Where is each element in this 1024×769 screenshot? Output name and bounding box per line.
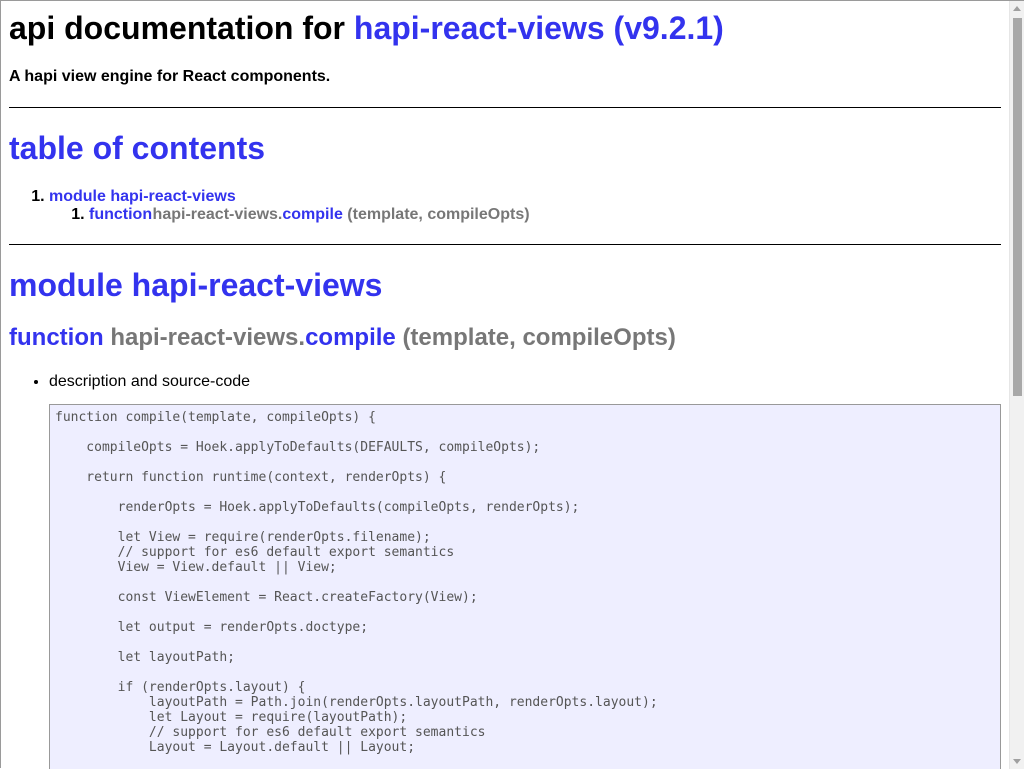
- package-link[interactable]: hapi-react-views (v9.2.1): [354, 10, 724, 46]
- page-title-prefix: api documentation for: [9, 10, 345, 46]
- toc-item-function[interactable]: function hapi-react-views.compile (templ…: [89, 206, 530, 224]
- fn-args: (template, compileOpts): [402, 324, 676, 351]
- description-list: description and source-code: [9, 373, 250, 391]
- doc-page: api documentation for hapi-react-views (…: [9, 1, 1001, 769]
- divider: [9, 107, 1001, 108]
- toc-item-module: module hapi-react-views function hapi-re…: [49, 188, 530, 224]
- toc-fn-name[interactable]: compile: [282, 206, 342, 223]
- package-tagline: A hapi view engine for React components.: [9, 68, 331, 85]
- toc-fn-prefix[interactable]: hapi-react-views.: [153, 206, 283, 223]
- module-heading[interactable]: module hapi-react-views: [9, 269, 382, 301]
- toc-module-link[interactable]: module hapi-react-views: [49, 188, 236, 205]
- toc-list: module hapi-react-views function hapi-re…: [9, 188, 530, 224]
- vertical-scrollbar[interactable]: [1009, 1, 1024, 769]
- page-title: api documentation for hapi-react-views (…: [9, 12, 724, 44]
- fn-keyword: function: [9, 324, 104, 351]
- description-item: description and source-code: [49, 373, 250, 391]
- scrollbar-thumb[interactable]: [1013, 18, 1022, 396]
- function-heading[interactable]: function hapi-react-views.compile (templ…: [9, 326, 676, 350]
- toc-fn-keyword[interactable]: function: [89, 206, 152, 223]
- toc-sublist: function hapi-react-views.compile (templ…: [49, 206, 530, 224]
- source-code-block: function compile(template, compileOpts) …: [49, 404, 1001, 769]
- fn-name: compile: [305, 324, 396, 351]
- fn-prefix: hapi-react-views.: [110, 324, 306, 351]
- toc-fn-args[interactable]: (template, compileOpts): [347, 206, 529, 223]
- divider: [9, 244, 1001, 245]
- toc-heading[interactable]: table of contents: [9, 132, 265, 164]
- scroll-down-arrow-icon[interactable]: [1013, 759, 1021, 764]
- scroll-up-arrow-icon[interactable]: [1013, 6, 1021, 11]
